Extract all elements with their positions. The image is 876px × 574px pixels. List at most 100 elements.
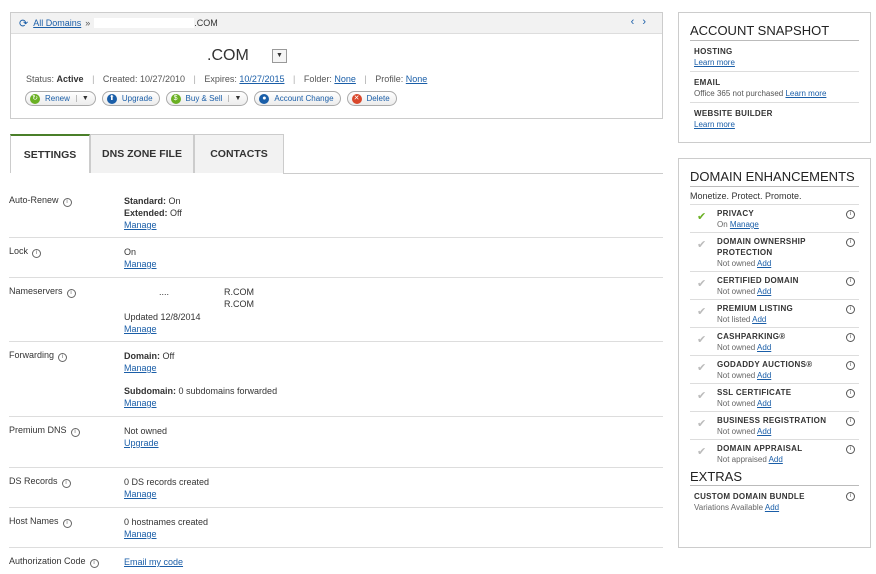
- autorenew-manage-link[interactable]: Manage: [124, 220, 157, 230]
- ds-records-manage-link[interactable]: Manage: [124, 489, 157, 499]
- info-icon[interactable]: i: [846, 277, 855, 286]
- enhancement-item: ✔ PRIVACY On Manage i: [690, 205, 859, 233]
- account-change-button[interactable]: ● Account Change: [254, 91, 341, 106]
- checkmark-icon: ✔: [697, 306, 707, 318]
- info-icon[interactable]: i: [32, 249, 42, 258]
- email-learn-more-link[interactable]: Learn more: [785, 89, 826, 98]
- enhancement-name: CASHPARKING®: [717, 332, 786, 341]
- setting-label: DS Records i: [9, 476, 71, 488]
- info-icon[interactable]: i: [70, 428, 80, 437]
- domain-title: .COM: [207, 47, 249, 64]
- enhancement-action-link[interactable]: Add: [757, 399, 771, 408]
- info-icon[interactable]: i: [846, 210, 855, 219]
- domain-status-line: Status: Active | Created: 10/27/2010 | E…: [26, 74, 428, 84]
- setting-value: Domain: Off Manage Subdomain: 0 subdomai…: [124, 351, 278, 408]
- setting-label: Nameservers i: [9, 286, 76, 298]
- enhancement-item: ✔ DOMAIN OWNERSHIP PROTECTION Not owned Ad…: [690, 233, 859, 272]
- enhancement-status: Not owned: [717, 287, 756, 296]
- profile-label: Profile:: [375, 74, 404, 84]
- enhancement-action-link[interactable]: Add: [752, 315, 766, 324]
- upgrade-button[interactable]: ⬆ Upgrade: [101, 91, 160, 106]
- premium-dns-upgrade-link[interactable]: Upgrade: [124, 438, 159, 448]
- snapshot-email-head: EMAIL: [694, 78, 721, 87]
- setting-row-lock: Lock i On Manage: [9, 238, 663, 278]
- status-label: Status:: [26, 74, 55, 84]
- info-icon[interactable]: i: [846, 445, 855, 454]
- extras-add-link[interactable]: Add: [765, 503, 779, 512]
- info-icon[interactable]: i: [846, 492, 855, 501]
- info-icon[interactable]: i: [846, 389, 855, 398]
- email-status-text: Office 365 not purchased: [694, 89, 784, 98]
- domain-dropdown-icon[interactable]: ▼: [272, 49, 287, 63]
- tab-settings[interactable]: SETTINGS: [10, 134, 90, 173]
- info-icon[interactable]: i: [846, 361, 855, 370]
- enhancement-action-link[interactable]: Add: [757, 287, 771, 296]
- info-icon[interactable]: i: [66, 289, 76, 298]
- breadcrumb-all-domains[interactable]: All Domains: [33, 18, 81, 28]
- nameservers-manage-link[interactable]: Manage: [124, 324, 157, 334]
- refresh-icon[interactable]: ⟳: [19, 17, 28, 30]
- delete-button[interactable]: ✕ Delete: [346, 91, 397, 106]
- buy-sell-button[interactable]: $ Buy & Sell ▼: [165, 91, 249, 106]
- enhancement-action-link[interactable]: Add: [757, 427, 771, 436]
- enhancement-action-link[interactable]: Add: [757, 343, 771, 352]
- buy-sell-dropdown-icon[interactable]: ▼: [228, 95, 241, 102]
- delete-icon: ✕: [351, 93, 362, 104]
- breadcrumb-current: .COM: [194, 18, 218, 28]
- info-icon[interactable]: i: [62, 198, 72, 207]
- setting-value: On Manage: [124, 247, 157, 269]
- setting-row-host-names: Host Names i 0 hostnames created Manage: [9, 508, 663, 548]
- forwarding-subdomain-manage-link[interactable]: Manage: [124, 398, 157, 408]
- checkmark-icon: ✔: [697, 211, 707, 223]
- setting-value: Email my code: [124, 556, 183, 568]
- enhancement-item: ✔ BUSINESS REGISTRATION Not owned Add i: [690, 412, 859, 440]
- info-icon[interactable]: i: [61, 479, 71, 488]
- prev-next-arrows[interactable]: ‹›: [631, 16, 654, 28]
- breadcrumb-bar: ⟳ All Domains » .COM ‹›: [11, 13, 662, 34]
- setting-row-nameservers: Nameservers i .... R.COM R.COM Updated 12…: [9, 278, 663, 342]
- setting-label: Auto-Renew i: [9, 195, 72, 207]
- info-icon[interactable]: i: [846, 238, 855, 247]
- setting-value: Standard: On Extended: Off Manage: [124, 196, 182, 230]
- info-icon[interactable]: i: [846, 333, 855, 342]
- enhancement-status: Not owned: [717, 259, 756, 268]
- info-icon[interactable]: i: [846, 417, 855, 426]
- enhancement-name: DOMAIN APPRAISAL: [717, 444, 803, 453]
- hosting-learn-more-link[interactable]: Learn more: [694, 58, 735, 67]
- setting-row-premium-dns: Premium DNS i Not owned Upgrade: [9, 417, 663, 468]
- forwarding-domain-manage-link[interactable]: Manage: [124, 363, 157, 373]
- user-icon: ●: [259, 93, 270, 104]
- tab-contacts[interactable]: CONTACTS: [194, 134, 284, 173]
- enhancement-status: Not listed: [717, 315, 751, 324]
- folder-link[interactable]: None: [334, 74, 356, 84]
- email-auth-code-link[interactable]: Email my code: [124, 557, 183, 567]
- info-icon[interactable]: i: [58, 353, 68, 362]
- info-icon[interactable]: i: [62, 519, 72, 528]
- renew-label: Renew: [45, 94, 70, 103]
- enhancement-action-link[interactable]: Manage: [730, 220, 759, 229]
- enhancement-name: PREMIUM LISTING: [717, 304, 794, 313]
- tab-dns-zone-file[interactable]: DNS ZONE FILE: [90, 134, 194, 173]
- buy-sell-label: Buy & Sell: [185, 94, 223, 103]
- enhancement-status: Not owned: [717, 343, 756, 352]
- profile-link[interactable]: None: [406, 74, 428, 84]
- info-icon[interactable]: i: [89, 559, 99, 568]
- enhancement-action-link[interactable]: Add: [769, 455, 783, 464]
- setting-value: .... R.COM R.COM Updated 12/8/2014 Manag…: [124, 287, 254, 335]
- enhancement-action-link[interactable]: Add: [757, 371, 771, 380]
- checkmark-icon: ✔: [697, 390, 707, 402]
- checkmark-icon: ✔: [697, 239, 707, 251]
- lock-manage-link[interactable]: Manage: [124, 259, 157, 269]
- info-icon[interactable]: i: [846, 305, 855, 314]
- host-names-manage-link[interactable]: Manage: [124, 529, 157, 539]
- setting-row-autorenew: Auto-Renew i Standard: On Extended: Off M…: [9, 187, 663, 238]
- builder-learn-more-link[interactable]: Learn more: [694, 120, 735, 129]
- enhancement-name: GODADDY AUCTIONS®: [717, 360, 813, 369]
- expires-label: Expires:: [204, 74, 237, 84]
- snapshot-builder-head: WEBSITE BUILDER: [694, 109, 773, 118]
- expires-link[interactable]: 10/27/2015: [239, 74, 284, 84]
- upgrade-icon: ⬆: [106, 93, 117, 104]
- renew-dropdown-icon[interactable]: ▼: [75, 95, 89, 102]
- renew-button[interactable]: ↻ Renew ▼: [25, 91, 96, 106]
- enhancement-action-link[interactable]: Add: [757, 259, 771, 268]
